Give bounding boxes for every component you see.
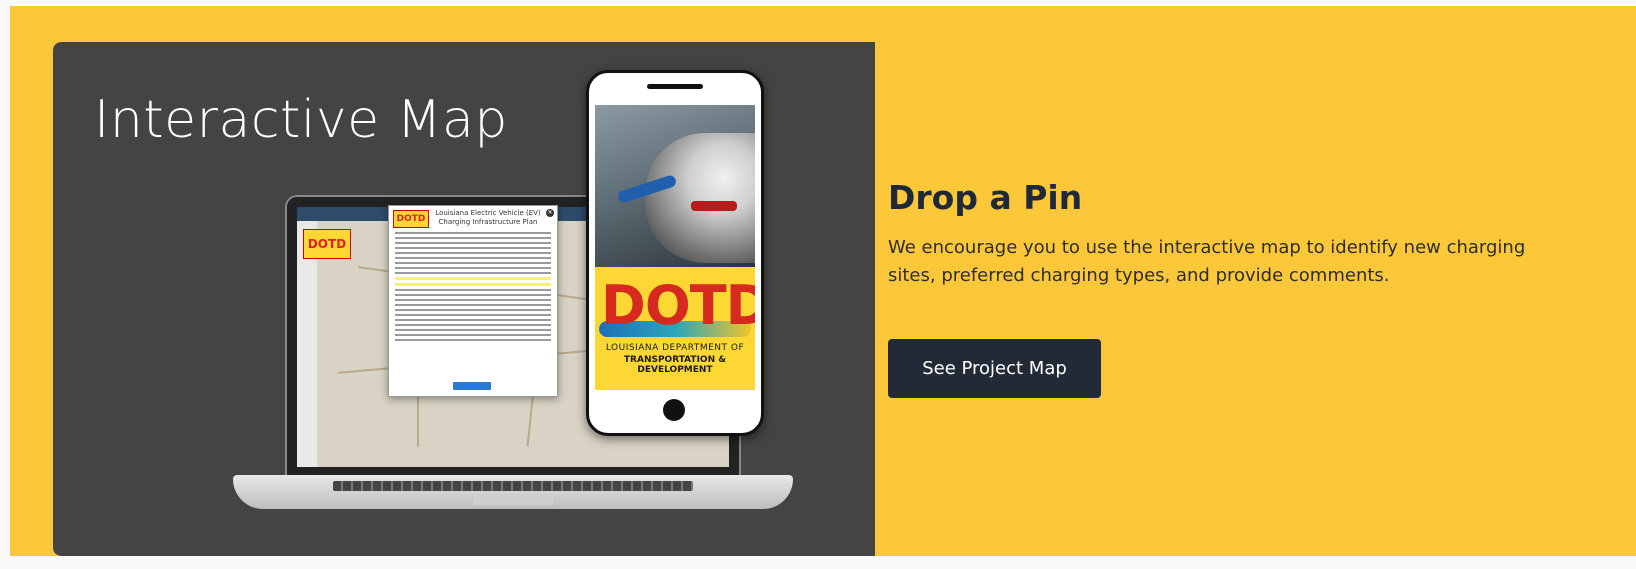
section-heading: Drop a Pin <box>888 178 1083 217</box>
map-logo-text: DOTD <box>307 237 347 251</box>
modal-logo-text: DOTD <box>396 214 426 224</box>
laptop-keyboard <box>333 481 693 491</box>
image-panel: Interactive Map DOTD DOTD Louisiana Elec… <box>53 42 875 556</box>
feature-card: Interactive Map DOTD DOTD Louisiana Elec… <box>53 42 1636 556</box>
modal-logo: DOTD <box>393 210 429 228</box>
phone-speaker <box>647 84 703 89</box>
section-description: We encourage you to use the interactive … <box>888 237 1526 286</box>
phone-screen: DOTD LOUISIANA DEPARTMENT OF TRANSPORTAT… <box>595 105 755 390</box>
dotd-logo-card: DOTD LOUISIANA DEPARTMENT OF TRANSPORTAT… <box>595 267 755 390</box>
panel-title: Interactive Map <box>94 90 508 150</box>
close-icon: ✕ <box>546 209 554 217</box>
car-image <box>645 133 755 263</box>
map-logo: DOTD <box>303 229 351 259</box>
phone-mockup: DOTD LOUISIANA DEPARTMENT OF TRANSPORTAT… <box>586 70 764 436</box>
modal-submit-button <box>453 382 491 390</box>
agency-name-line1: LOUISIANA DEPARTMENT OF <box>605 343 745 353</box>
agency-name-line2: TRANSPORTATION & DEVELOPMENT <box>623 355 727 375</box>
see-project-map-button[interactable]: See Project Map <box>888 339 1101 398</box>
car-tail-light <box>691 201 737 211</box>
ev-charging-photo <box>595 105 755 267</box>
left-strip <box>0 0 10 569</box>
laptop-trackpad <box>473 495 553 505</box>
map-info-modal: DOTD Louisiana Electric Vehicle (EV) Cha… <box>388 205 558 397</box>
content-block: Drop a Pin We encourage you to use the i… <box>888 178 1588 290</box>
top-strip <box>0 0 1636 6</box>
modal-title: Louisiana Electric Vehicle (EV) Charging… <box>435 209 541 226</box>
modal-body <box>395 232 551 344</box>
dotd-logo: DOTD <box>601 274 755 337</box>
bottom-strip <box>0 556 1636 569</box>
phone-home-button <box>663 399 685 421</box>
